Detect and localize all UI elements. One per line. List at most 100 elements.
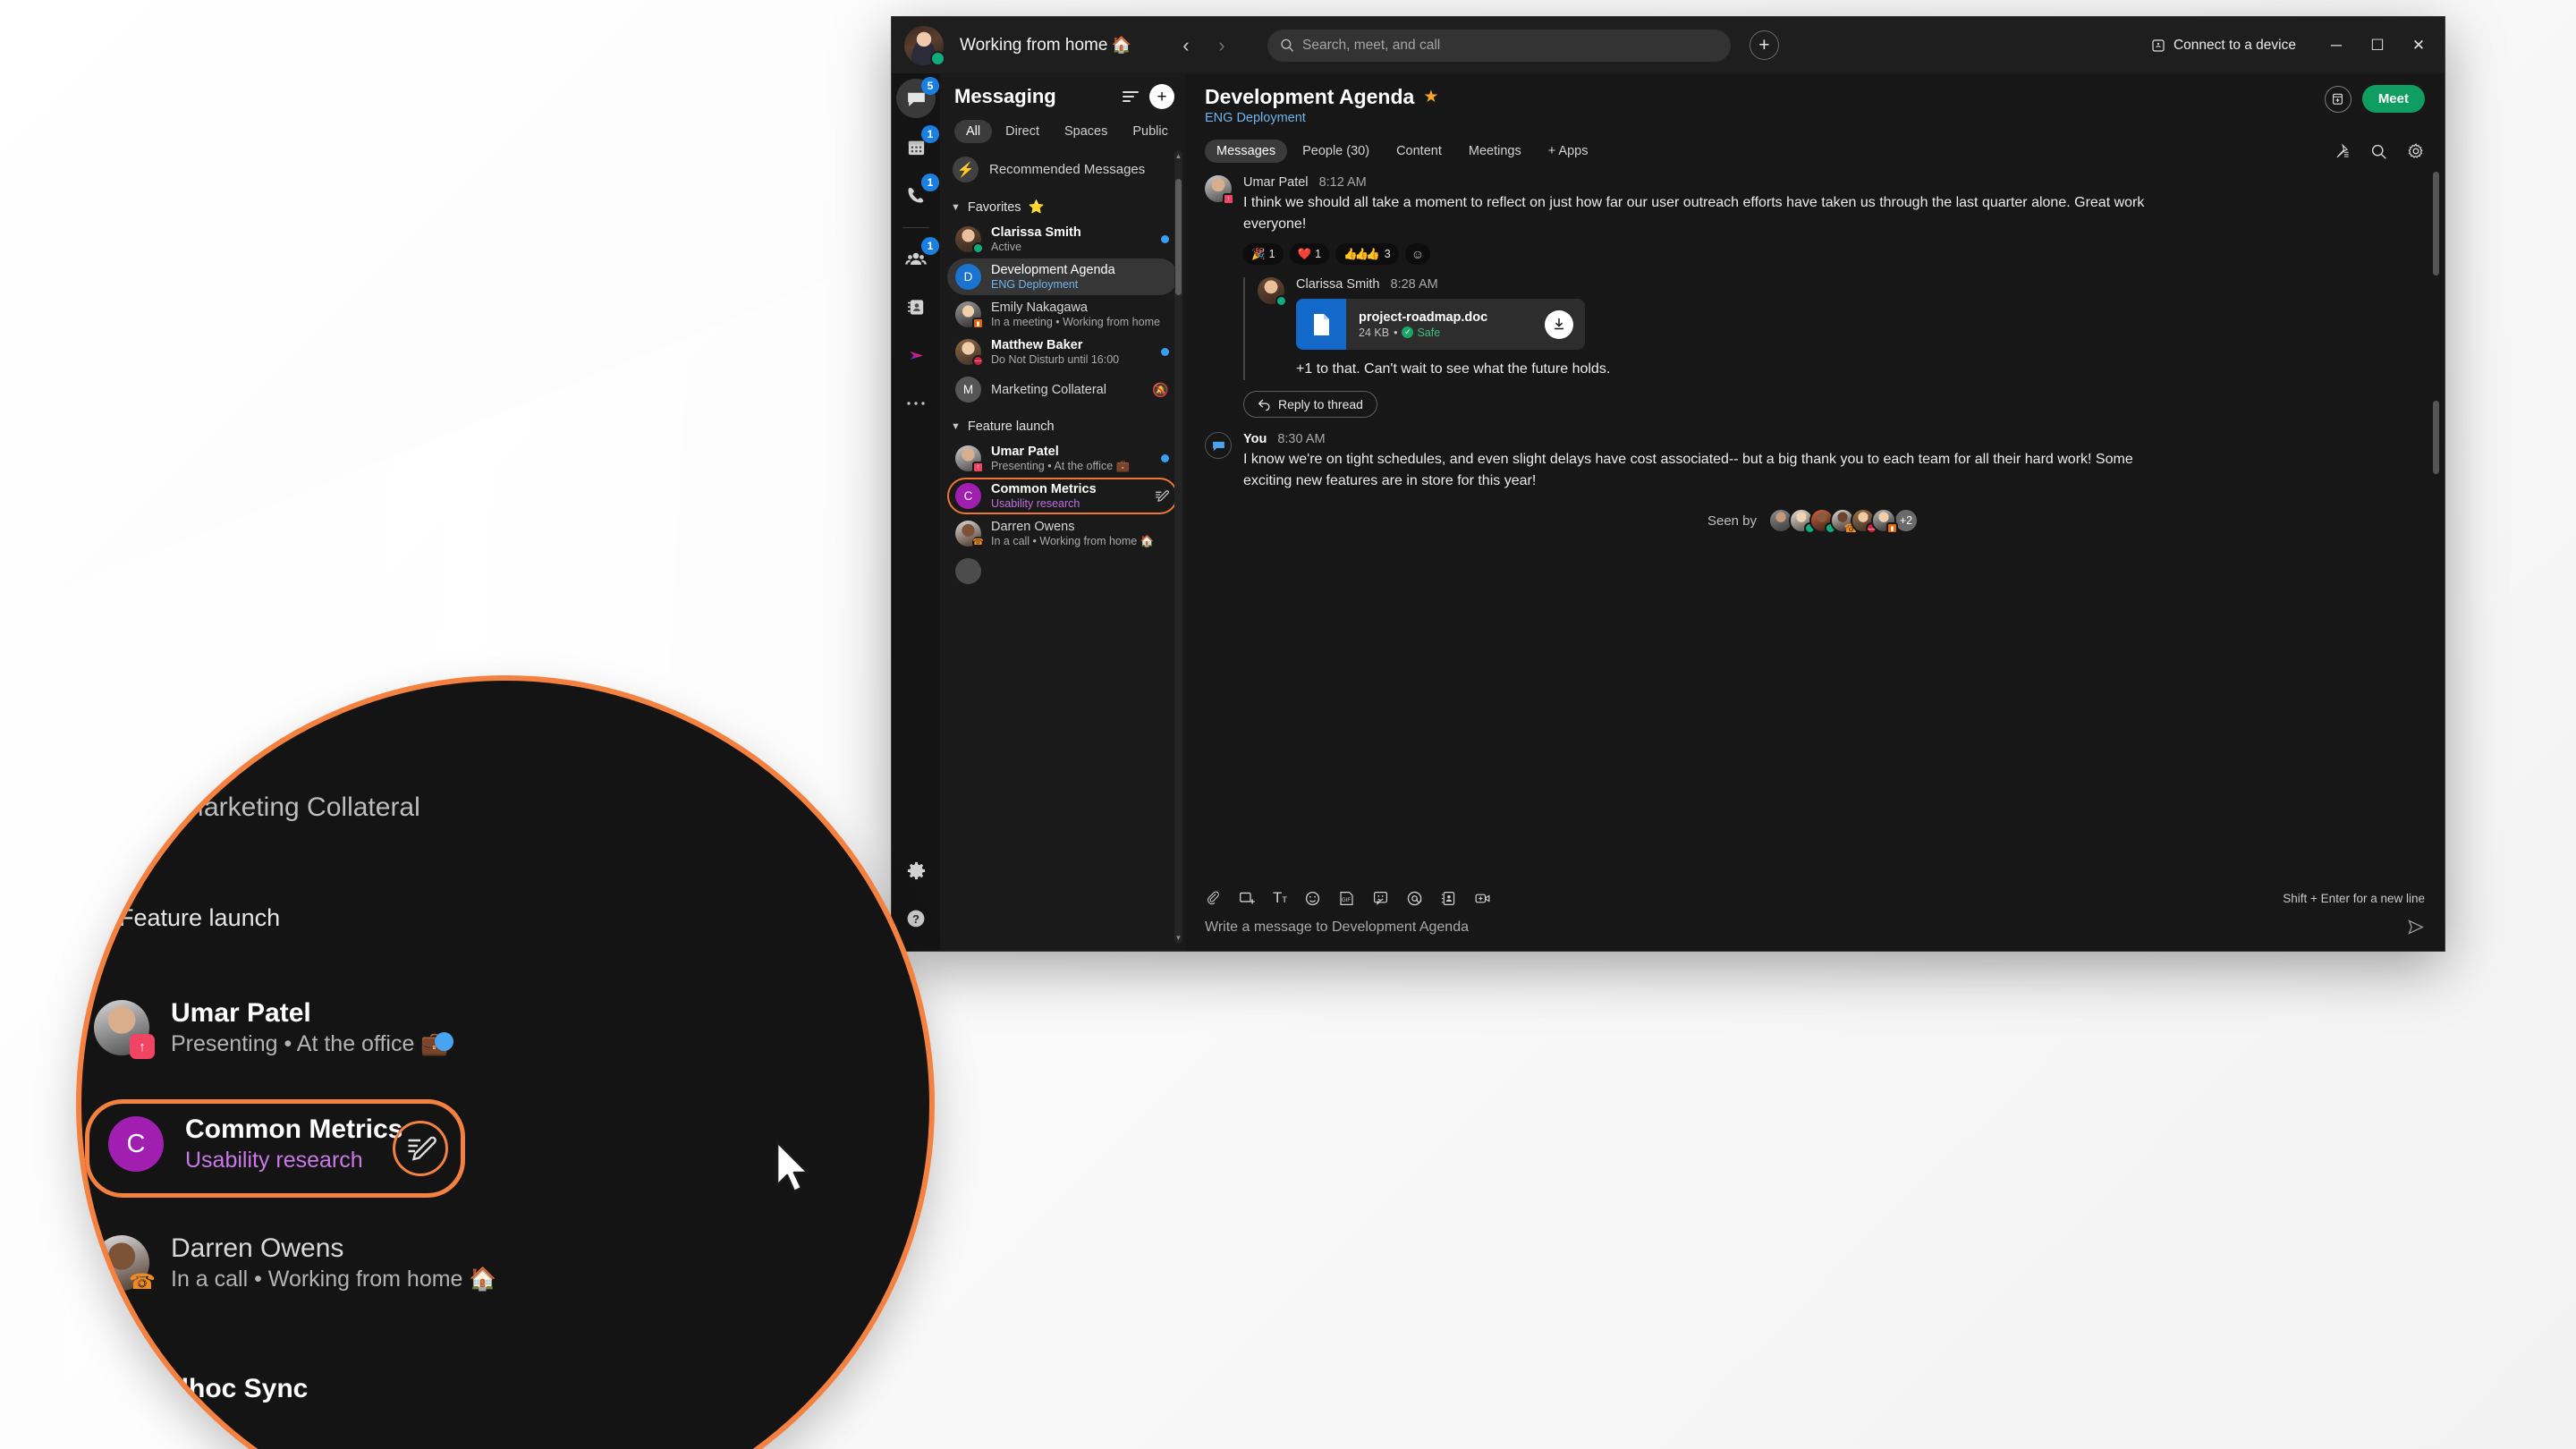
download-icon[interactable] — [1545, 309, 1573, 339]
connect-device-icon — [2152, 38, 2165, 52]
scroll-down-arrow-icon[interactable]: ▼ — [1174, 934, 1182, 942]
rail-item-meetings[interactable]: 1 — [896, 125, 939, 166]
file-attachment-card[interactable]: project-roadmap.doc 24 KB • ✓ Safe — [1296, 299, 1585, 350]
rail-item-messaging[interactable]: 5 — [896, 77, 939, 118]
rail-item-address-book[interactable] — [896, 287, 936, 326]
avatar[interactable]: ↑ — [1205, 175, 1234, 205]
avatar[interactable] — [1258, 277, 1287, 307]
rail-item-contacts-teams[interactable]: 1 — [896, 237, 939, 278]
tab-messages[interactable]: Messages — [1205, 140, 1288, 163]
recommended-messages-item[interactable]: ⚡ Recommended Messages — [940, 150, 1185, 189]
new-item-button[interactable]: + — [1749, 30, 1779, 60]
draft-pencil-icon[interactable] — [1154, 488, 1169, 504]
message-time: 8:28 AM — [1390, 277, 1438, 292]
list-item-clarissa-smith[interactable]: Clarissa Smith Active — [947, 221, 1178, 258]
minimize-button[interactable]: ─ — [2316, 25, 2357, 66]
group-header-favorites[interactable]: ▼ Favorites ⭐ — [940, 189, 1185, 220]
pin-list-icon[interactable] — [2334, 142, 2351, 160]
send-icon[interactable] — [2406, 918, 2425, 936]
new-conversation-button[interactable]: + — [1149, 84, 1174, 109]
scroll-up-arrow-icon[interactable]: ▲ — [1174, 152, 1182, 160]
message-meta: Clarissa Smith 8:28 AM — [1296, 277, 2421, 292]
attach-icon[interactable] — [1205, 890, 1222, 907]
scrollbar-thumb[interactable] — [1175, 179, 1182, 295]
list-item-common-metrics[interactable]: C Common Metrics Usability research — [947, 478, 1178, 514]
draft-pencil-icon[interactable] — [393, 1121, 448, 1176]
tab-all[interactable]: All — [954, 120, 993, 143]
tab-people[interactable]: People (30) — [1291, 140, 1381, 163]
tab-spaces[interactable]: Spaces — [1053, 120, 1119, 143]
presence-presenting-indicator: ↑ — [972, 462, 984, 473]
thread-message-clarissa: Clarissa Smith 8:28 AM project-roadmap.d… — [1258, 277, 2421, 380]
list-item-matthew-baker[interactable]: — Matthew Baker Do Not Disturb until 16:… — [947, 334, 1178, 370]
add-reaction-icon[interactable]: ☺ — [1404, 243, 1431, 265]
callout-name: Common Metrics — [185, 1114, 403, 1144]
message-input[interactable]: Write a message to Development Agenda — [1205, 919, 2406, 936]
callout-name: Umar Patel — [171, 998, 311, 1028]
search-icon[interactable] — [2370, 143, 2387, 160]
conversation-filter-tabs: All Direct Spaces Public — [954, 120, 1174, 143]
list-item-darren-owens[interactable]: ☎ Darren Owens In a call • Working from … — [947, 515, 1178, 552]
tab-direct[interactable]: Direct — [994, 120, 1051, 143]
reply-to-thread-button[interactable]: Reply to thread — [1243, 391, 1377, 418]
search-bar[interactable] — [1267, 29, 1731, 62]
callout-row-adhoc-sync[interactable]: Adhoc Sync — [153, 1374, 308, 1404]
avatar — [955, 558, 981, 584]
tab-meetings[interactable]: Meetings — [1457, 140, 1533, 163]
space-subtitle[interactable]: ENG Deployment — [1205, 111, 1438, 125]
list-item-marketing-collateral[interactable]: M Marketing Collateral 🔕 — [947, 371, 1178, 408]
chevron-right-icon[interactable]: › — [1207, 30, 1237, 61]
group-header-feature-launch[interactable]: ▼ Feature launch — [940, 409, 1185, 439]
message-scrollbar[interactable] — [2433, 172, 2439, 868]
scrollbar-thumb-bottom[interactable] — [2433, 401, 2439, 474]
callout-row-umar-patel[interactable]: ↑ Umar Patel Presenting • At the office … — [94, 998, 448, 1059]
presence-in-meeting-indicator: ▮ — [972, 318, 984, 329]
tab-apps[interactable]: + Apps — [1537, 140, 1600, 163]
reaction-chip-thumbsup[interactable]: 👍👍👍 3 — [1335, 243, 1399, 265]
close-button[interactable]: ✕ — [2398, 25, 2439, 66]
tab-public[interactable]: Public — [1121, 120, 1180, 143]
tab-content[interactable]: Content — [1385, 140, 1453, 163]
rail-divider — [902, 227, 929, 228]
gear-icon[interactable] — [2407, 142, 2425, 160]
avatar-initial — [955, 558, 981, 584]
list-item-subtitle: In a call • Working from home 🏠 — [991, 534, 1155, 547]
list-item-partial[interactable] — [947, 553, 1178, 589]
person-card-icon[interactable] — [1440, 890, 1457, 907]
chevron-left-icon[interactable]: ‹ — [1171, 30, 1201, 61]
search-input[interactable] — [1301, 37, 1718, 54]
emoji-icon[interactable] — [1304, 890, 1321, 907]
connect-to-device-button[interactable]: Connect to a device — [2151, 38, 2300, 54]
mention-icon[interactable] — [1406, 890, 1423, 907]
sticker-icon[interactable] — [1372, 890, 1389, 907]
filter-icon[interactable] — [1123, 91, 1139, 102]
user-status[interactable]: Working from home 🏠 — [960, 36, 1131, 55]
list-item-emily-nakagawa[interactable]: ▮ Emily Nakagawa In a meeting • Working … — [947, 296, 1178, 333]
rail-item-more[interactable] — [896, 384, 936, 423]
message-time: 8:30 AM — [1277, 432, 1326, 446]
file-name: project-roadmap.doc — [1359, 309, 1488, 325]
maximize-button[interactable]: ☐ — [2357, 25, 2398, 66]
callout-row-common-metrics[interactable]: C Common Metrics Usability research — [108, 1114, 402, 1174]
list-item-development-agenda[interactable]: D Development Agenda ENG Deployment — [947, 258, 1178, 295]
screen-share-icon[interactable] — [1239, 890, 1256, 907]
avatar — [1205, 432, 1232, 459]
list-item-subtitle: Do Not Disturb until 16:00 — [991, 353, 1120, 366]
reaction-chip-tada[interactable]: 🎉 1 — [1243, 243, 1284, 265]
avatar[interactable] — [904, 25, 945, 66]
meet-button[interactable]: Meet — [2361, 85, 2425, 113]
schedule-meeting-button[interactable] — [2324, 85, 2351, 113]
self-bubble-icon — [1205, 432, 1232, 459]
callout-row-darren-owens[interactable]: ☎ Darren Owens In a call • Working from … — [94, 1233, 497, 1294]
list-item-umar-patel[interactable]: ↑ Umar Patel Presenting • At the office … — [947, 440, 1178, 477]
seen-avatar-6[interactable]: ▮ — [1871, 508, 1899, 534]
reaction-chip-heart[interactable]: ❤️ 1 — [1289, 243, 1330, 265]
conversation-scrollbar[interactable]: ▲ ▼ — [1174, 150, 1182, 944]
rail-item-webex-apps[interactable] — [896, 335, 936, 375]
scrollbar-thumb-top[interactable] — [2433, 172, 2439, 275]
gif-icon[interactable]: GIF — [1338, 890, 1355, 907]
format-text-icon[interactable]: Tт — [1273, 889, 1287, 907]
video-message-icon[interactable] — [1474, 890, 1491, 907]
star-icon[interactable]: ★ — [1423, 87, 1438, 107]
rail-item-calling[interactable]: 1 — [896, 174, 939, 215]
